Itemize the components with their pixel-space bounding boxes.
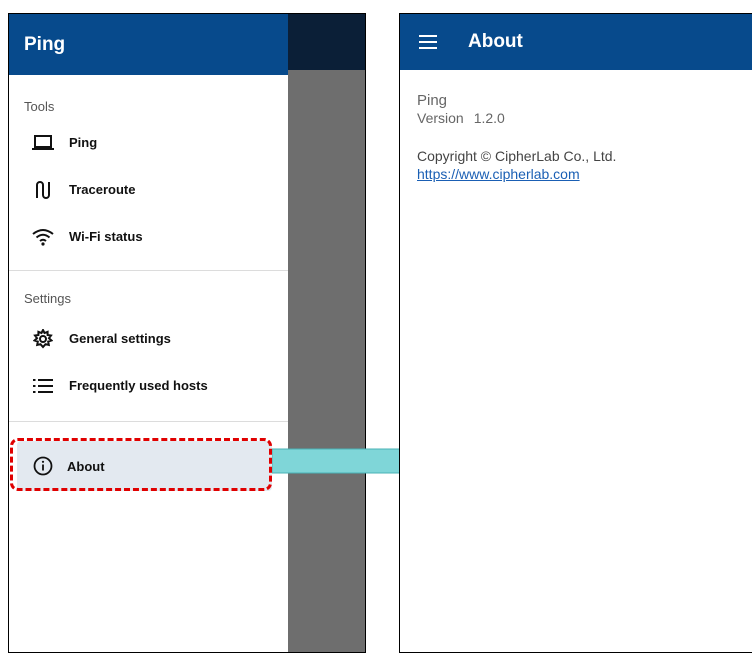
- info-icon: [32, 455, 54, 477]
- nav-item-label: About: [67, 458, 105, 474]
- about-screen: About Ping Version 1.2.0 Copyright © Ciph…: [399, 13, 752, 653]
- drawer-header: Ping: [9, 14, 288, 75]
- drawer-screen: Ping Tools Ping Traceroute Wi-Fi status …: [8, 13, 366, 653]
- version-value: 1.2.0: [473, 110, 505, 126]
- section-label-settings: Settings: [24, 291, 71, 306]
- website-link[interactable]: https://www.cipherlab.com: [417, 166, 580, 182]
- drawer-title: Ping: [24, 34, 66, 55]
- laptop-icon: [32, 132, 54, 154]
- app-bar: About: [400, 14, 752, 70]
- about-content: Ping Version 1.2.0 Copyright © CipherLab …: [400, 70, 752, 184]
- nav-item-ping[interactable]: Ping: [9, 119, 288, 166]
- menu-icon[interactable]: [416, 30, 440, 54]
- nav-item-label: Ping: [69, 135, 98, 150]
- nav-item-traceroute[interactable]: Traceroute: [9, 166, 288, 213]
- nav-item-label: General settings: [69, 331, 171, 346]
- version-row: Version 1.2.0: [417, 110, 752, 126]
- app-name: Ping: [417, 92, 448, 109]
- nav-item-wifi-status[interactable]: Wi-Fi status: [9, 213, 288, 260]
- navigation-drawer: Ping Tools Ping Traceroute Wi-Fi status …: [9, 14, 288, 652]
- nav-item-label: Wi-Fi status: [69, 229, 143, 244]
- list-icon: [32, 375, 54, 397]
- nav-item-about[interactable]: About: [17, 441, 272, 491]
- version-label: Version: [417, 110, 464, 126]
- nav-item-label: Traceroute: [69, 182, 136, 197]
- copyright-text: Copyright © CipherLab Co., Ltd.: [417, 148, 617, 164]
- nav-item-frequently-used-hosts[interactable]: Frequently used hosts: [9, 362, 288, 409]
- route-icon: [32, 179, 54, 201]
- page-title: About: [468, 31, 523, 52]
- nav-item-general-settings[interactable]: General settings: [9, 315, 288, 362]
- divider: [9, 421, 288, 422]
- nav-item-label: Frequently used hosts: [69, 378, 208, 393]
- wifi-icon: [32, 226, 54, 248]
- section-label-tools: Tools: [24, 99, 55, 114]
- gear-icon: [32, 328, 54, 350]
